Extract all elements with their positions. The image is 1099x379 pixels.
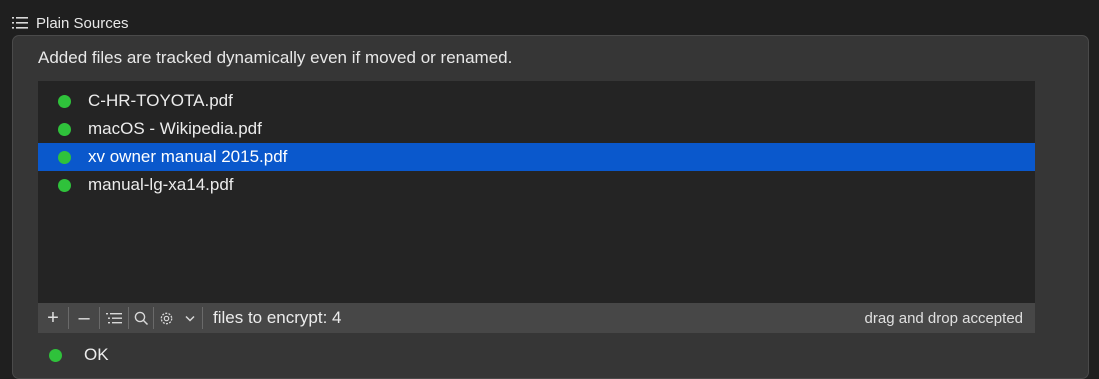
remove-button[interactable]: – xyxy=(69,303,99,333)
gear-icon xyxy=(160,312,172,324)
list-icon xyxy=(106,312,122,323)
minus-icon: – xyxy=(78,306,90,329)
status-ok-icon xyxy=(58,94,71,108)
search-button[interactable] xyxy=(129,303,153,333)
list-view-button[interactable] xyxy=(100,303,128,333)
section-title: Plain Sources xyxy=(36,14,129,32)
files-count: files to encrypt: 4 xyxy=(213,308,342,327)
file-row-selected[interactable]: xv owner manual 2015.pdf xyxy=(38,143,1035,171)
file-name: macOS - Wikipedia.pdf xyxy=(88,119,262,138)
add-button[interactable]: + xyxy=(38,303,68,333)
plain-sources-panel: Added files are tracked dynamically even… xyxy=(12,35,1089,379)
search-icon xyxy=(134,311,148,325)
drag-drop-hint: drag and drop accepted xyxy=(864,309,1023,327)
status-text: OK xyxy=(84,345,109,364)
status-ok-icon xyxy=(58,178,71,192)
settings-menu-button[interactable] xyxy=(178,303,202,333)
section-header: Plain Sources xyxy=(12,12,129,34)
file-row[interactable]: manual-lg-xa14.pdf xyxy=(38,171,1035,199)
status-ok-icon xyxy=(49,348,62,362)
separator xyxy=(202,307,203,329)
chevron-down-icon xyxy=(185,315,195,322)
list-icon xyxy=(12,17,28,29)
settings-button[interactable] xyxy=(154,303,178,333)
file-row[interactable]: macOS - Wikipedia.pdf xyxy=(38,115,1035,143)
file-row[interactable]: C-HR-TOYOTA.pdf xyxy=(38,87,1035,115)
file-name: xv owner manual 2015.pdf xyxy=(88,147,288,166)
description-text: Added files are tracked dynamically even… xyxy=(38,48,513,67)
status-ok-icon xyxy=(58,150,71,164)
status-ok-icon xyxy=(58,122,71,136)
file-list[interactable]: C-HR-TOYOTA.pdf macOS - Wikipedia.pdf xv… xyxy=(38,81,1035,303)
file-name: C-HR-TOYOTA.pdf xyxy=(88,91,233,110)
plus-icon: + xyxy=(47,306,59,329)
file-name: manual-lg-xa14.pdf xyxy=(88,175,234,194)
status-line: OK xyxy=(49,345,109,365)
list-toolbar: + – files to encrypt: 4 drag and drop ac… xyxy=(38,303,1035,333)
